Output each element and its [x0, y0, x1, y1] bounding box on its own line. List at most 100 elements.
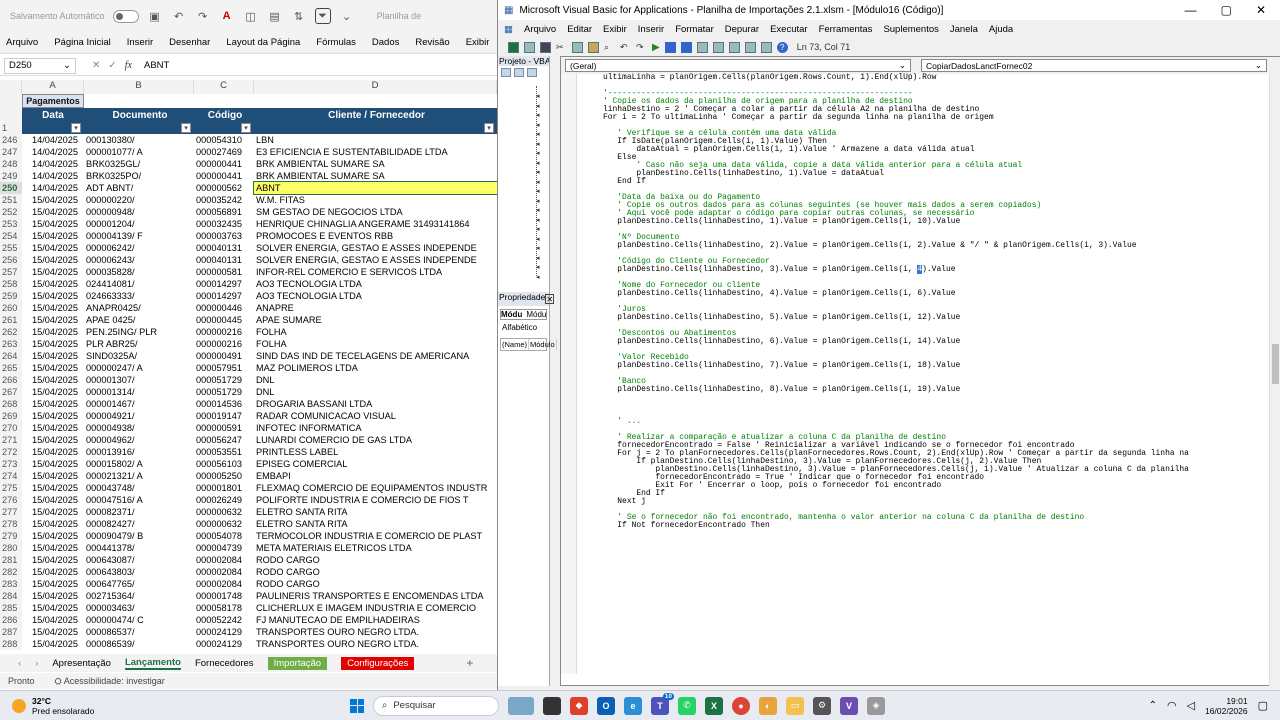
row-number[interactable]: 262 — [0, 326, 22, 338]
row-number[interactable]: 282 — [0, 566, 22, 578]
code-line[interactable]: dataAtual = planOrigem.Cells(i, 1).Value… — [603, 145, 1268, 154]
cell-data[interactable]: 15/04/2025 — [22, 206, 84, 218]
cell-codigo[interactable]: 000035242 — [194, 194, 254, 206]
row-number[interactable]: 278 — [0, 518, 22, 530]
row-number[interactable]: 249 — [0, 170, 22, 182]
print-icon[interactable]: ▤ — [267, 8, 283, 24]
filter-icon[interactable]: ⏷ — [314, 8, 331, 24]
cell-codigo[interactable]: 000000581 — [194, 266, 254, 278]
cell-documento[interactable]: 000643803/ — [84, 566, 194, 578]
vba-taskbar-icon[interactable]: V — [840, 696, 858, 715]
undo-icon[interactable]: ↶ — [620, 42, 631, 53]
cell-codigo[interactable]: 000000441 — [194, 158, 254, 170]
settings-gear-icon[interactable]: ⚙ — [813, 696, 831, 715]
cell-data[interactable]: 15/04/2025 — [22, 518, 84, 530]
cell-documento[interactable]: 000001467/ — [84, 398, 194, 410]
cell-codigo[interactable]: 000053551 — [194, 446, 254, 458]
ribbon-tab[interactable]: Layout da Página — [226, 37, 300, 48]
row-number[interactable]: 1 — [0, 108, 22, 134]
cell-cliente[interactable]: RODO CARGO — [254, 566, 497, 578]
cell-data[interactable]: 14/04/2025 — [22, 182, 84, 194]
name-box[interactable]: D250 ⌄ — [4, 57, 76, 74]
redo-icon[interactable]: ↷ — [195, 8, 211, 24]
font-color-icon[interactable]: A — [219, 8, 235, 24]
cell-data[interactable]: 15/04/2025 — [22, 554, 84, 566]
code-line[interactable]: planDestino.Cells(linhaDestino, 4).Value… — [603, 289, 1268, 298]
undo-icon[interactable]: ↶ — [171, 8, 187, 24]
cell-cliente[interactable]: ABNT — [253, 181, 497, 195]
cell-documento[interactable]: 000004139/ F — [84, 230, 194, 242]
autosave-toggle[interactable] — [112, 9, 139, 23]
row-number[interactable]: 277 — [0, 506, 22, 518]
cell-documento[interactable]: 000047516/ A — [84, 494, 194, 506]
cell-cliente[interactable]: AO3 TECNOLOGIA LTDA — [254, 290, 497, 302]
code-line[interactable] — [603, 226, 1268, 234]
ribbon-tab[interactable]: Página Inicial — [54, 37, 111, 48]
cell-documento[interactable]: 024663333/ — [84, 290, 194, 302]
customize-icon[interactable]: ⌄ — [339, 8, 355, 24]
cell-data[interactable]: 15/04/2025 — [22, 494, 84, 506]
cell-data[interactable]: 15/04/2025 — [22, 638, 84, 650]
cell-codigo[interactable]: 000002084 — [194, 578, 254, 590]
cell-cliente[interactable]: DNL — [254, 386, 497, 398]
vba-menu-item[interactable]: Suplementos — [883, 24, 938, 35]
cell-codigo[interactable]: 000040131 — [194, 254, 254, 266]
row-number[interactable]: 255 — [0, 242, 22, 254]
start-icon[interactable] — [350, 698, 364, 713]
cell-cliente[interactable]: INFOTEC INFORMATICA — [254, 422, 497, 434]
code-line[interactable] — [603, 298, 1268, 306]
code-line[interactable] — [603, 346, 1268, 354]
row-number[interactable]: 267 — [0, 386, 22, 398]
cell-cliente[interactable]: RODO CARGO — [254, 554, 497, 566]
row-number[interactable]: 248 — [0, 158, 22, 170]
code-line[interactable]: planDestino.Cells(linhaDestino, 5).Value… — [603, 313, 1268, 322]
cell-documento[interactable]: 000006242/ — [84, 242, 194, 254]
cell-data[interactable]: 15/04/2025 — [22, 314, 84, 326]
tab-lancamento[interactable]: Lançamento — [124, 657, 181, 670]
row-number[interactable]: 254 — [0, 230, 22, 242]
cell-documento[interactable]: 000082427/ — [84, 518, 194, 530]
row-number[interactable]: 252 — [0, 206, 22, 218]
cell-cliente[interactable]: ANAPRE — [254, 302, 497, 314]
vba-menu-item[interactable]: Exibir — [603, 24, 627, 35]
cell-codigo[interactable]: 000005250 — [194, 470, 254, 482]
cell-cliente[interactable]: PAULINERIS TRANSPORTES E ENCOMENDAS LTDA — [254, 590, 497, 602]
save-icon[interactable] — [540, 41, 551, 53]
cell-codigo[interactable]: 000000216 — [194, 326, 254, 338]
cell-documento[interactable]: 000441378/ — [84, 542, 194, 554]
ribbon-tab[interactable]: Arquivo — [6, 37, 38, 48]
cell-codigo[interactable]: 000027469 — [194, 146, 254, 158]
cell-cliente[interactable]: POLIFORTE INDUSTRIA E COMERCIO DE FIOS T — [254, 494, 497, 506]
cell-documento[interactable]: 000013916/ — [84, 446, 194, 458]
cell-data[interactable]: 15/04/2025 — [22, 422, 84, 434]
row-number[interactable]: 256 — [0, 254, 22, 266]
header-codigo[interactable]: Código ▾ — [194, 108, 254, 134]
cell-cliente[interactable]: INFOR-REL COMERCIO E SERVICOS LTDA — [254, 266, 497, 278]
tab-alphabetic[interactable]: Alfabético — [498, 323, 549, 332]
cell-codigo[interactable]: 000000445 — [194, 314, 254, 326]
cell-data[interactable]: 15/04/2025 — [22, 530, 84, 542]
cell-cliente[interactable]: FOLHA — [254, 326, 497, 338]
close-icon[interactable]: ✕ — [545, 294, 555, 304]
tree-node-icon[interactable]: ◂ — [536, 102, 540, 110]
fill-icon[interactable]: ◫ — [243, 8, 259, 24]
column-header-b[interactable]: B — [84, 80, 194, 94]
toggle-folders-icon[interactable] — [527, 68, 537, 77]
column-header-a[interactable]: A — [22, 80, 84, 94]
vba-menu-item[interactable]: Inserir — [638, 24, 664, 35]
row-number[interactable]: 286 — [0, 614, 22, 626]
copy-icon[interactable] — [572, 41, 583, 53]
code-line[interactable]: planDestino.Cells(linhaDestino, 7).Value… — [603, 361, 1268, 370]
cell-data[interactable]: 15/04/2025 — [22, 218, 84, 230]
app-icon[interactable]: ◈ — [867, 696, 885, 715]
cell-data[interactable]: 15/04/2025 — [22, 230, 84, 242]
tree-node-icon[interactable]: ◂ — [536, 225, 540, 233]
cell-codigo[interactable]: 000056103 — [194, 458, 254, 470]
cell-data[interactable]: 15/04/2025 — [22, 350, 84, 362]
cell-documento[interactable]: 000090479/ B — [84, 530, 194, 542]
cell-cliente[interactable]: LBN — [254, 134, 497, 146]
find-icon[interactable]: ⌕ — [604, 42, 615, 53]
cell-data[interactable]: 15/04/2025 — [22, 194, 84, 206]
code-line[interactable]: End If — [603, 177, 1268, 186]
code-line[interactable]: planDestino.Cells(linhaDestino, 1).Value… — [603, 217, 1268, 226]
